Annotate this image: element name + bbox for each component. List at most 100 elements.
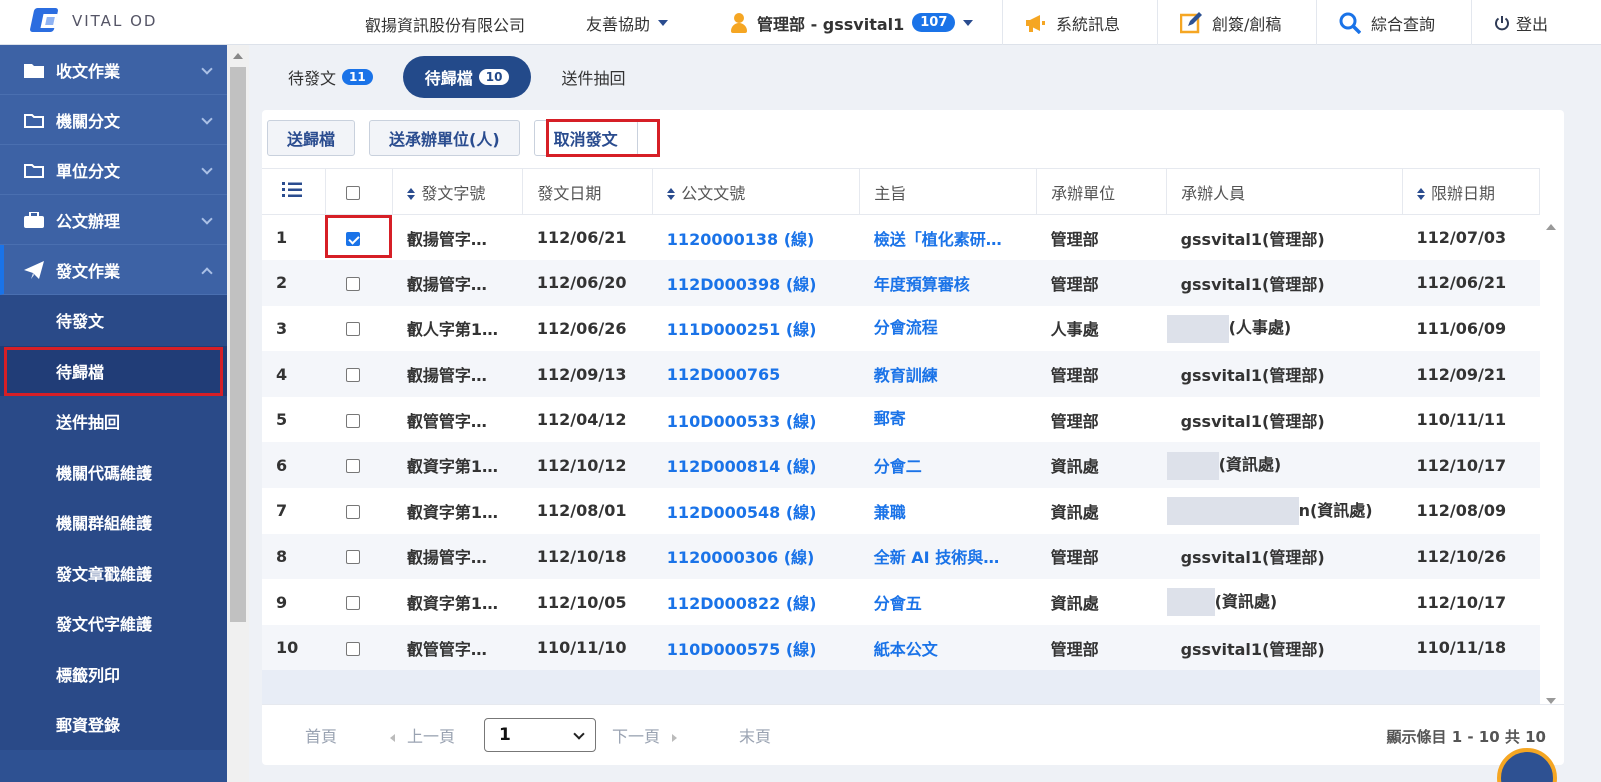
sidebar-item-processing[interactable]: 公文辦理 [0,195,227,245]
table-row[interactable]: 8 叡揚管字… 112/10/18 1120000306 (線) 全新 AI 技術與… 管… [262,533,1540,580]
row-checkbox-cell[interactable] [325,305,393,352]
subject-link[interactable]: 分會二 [874,457,922,476]
subject-cell[interactable]: 檢送「植化素研… [859,214,1037,261]
column-doc-no[interactable]: 公文文號 [652,168,861,215]
table-row[interactable]: 1 叡揚管字… 112/06/21 1120000138 (線) 檢送「植化素研… 管理部… [262,214,1540,261]
subject-cell[interactable]: 分會五 [859,579,1037,625]
row-checkbox[interactable] [345,322,360,337]
row-checkbox-cell[interactable] [325,533,393,580]
sidebar-item-receive[interactable]: 收文作業 [0,45,227,95]
sidebar-subitem-retrieve[interactable]: 送件抽回 [0,396,227,447]
row-checkbox[interactable] [345,504,360,519]
subject-link[interactable]: 分會流程 [874,318,938,337]
doc-no-link[interactable]: 112D000814 (線) [652,442,860,489]
subject-link[interactable]: 兼職 [874,503,906,522]
page-scrollbar[interactable] [227,45,249,782]
table-row[interactable]: 6 叡資字第1… 112/10/12 112D000814 (線) 分會二 資訊處 (資訊處… [262,442,1540,489]
cancel-send-button[interactable]: 取消發文 [533,120,638,156]
doc-no-link[interactable]: 1120000306 (線) [652,533,860,580]
table-row[interactable]: 2 叡揚管字… 112/06/20 112D000398 (線) 年度預算審核 管理部 gs… [262,260,1540,306]
row-checkbox[interactable] [345,413,360,428]
doc-no-link[interactable]: 112D000765 [652,351,860,397]
sidebar-item-unit-distribute[interactable]: 單位分文 [0,145,227,195]
table-row[interactable]: 10 叡管管字… 110/11/10 110D000575 (線) 紙本公文 管理部 gss… [262,624,1540,671]
tab-retrieve[interactable]: 送件抽回 [539,56,647,98]
subject-cell[interactable]: 分會流程 [859,305,1037,352]
row-checkbox[interactable] [345,596,360,611]
table-row[interactable]: 9 叡資字第1… 112/10/05 112D000822 (線) 分會五 資訊處 (資訊處… [262,579,1540,625]
table-scrollbar[interactable] [1540,214,1562,704]
column-settings[interactable] [262,168,327,215]
table-row[interactable]: 5 叡管管字… 112/04/12 110D000533 (線) 郵寄 管理部 gssvit… [262,396,1540,443]
sidebar-subitem-word-code[interactable]: 發文代字維護 [0,598,227,649]
system-messages-button[interactable]: 系統訊息 [1024,0,1120,45]
subject-cell[interactable]: 紙本公文 [859,624,1037,671]
subject-cell[interactable]: 教育訓練 [859,351,1037,397]
table-row[interactable]: 3 叡人字第1… 112/06/26 111D000251 (線) 分會流程 人事處 (人事… [262,305,1540,352]
row-checkbox[interactable] [345,641,360,656]
select-all-checkbox[interactable] [325,168,394,215]
sidebar-subitem-stamp[interactable]: 發文章戳維護 [0,547,227,598]
checkbox[interactable] [346,185,361,200]
row-checkbox[interactable] [345,459,360,474]
row-checkbox-cell[interactable] [325,624,393,671]
sidebar-subitem-agency-code[interactable]: 機關代碼維護 [0,446,227,497]
help-menu[interactable]: 友善協助 [586,0,669,45]
subject-cell[interactable]: 年度預算審核 [859,260,1037,306]
logout-button[interactable]: 登出 [1494,0,1548,45]
subject-cell[interactable]: 郵寄 [859,396,1037,443]
last-page-link[interactable]: 末頁 [739,723,771,747]
user-menu[interactable]: 管理部 - gssvital1 107 [731,0,974,45]
scrollbar-thumb[interactable] [230,67,246,622]
sidebar-item-agency-distribute[interactable]: 機關分文 [0,95,227,145]
table-row[interactable]: 7 叡資字第1… 112/08/01 112D000548 (線) 兼職 資訊處 n(資訊處… [262,488,1540,534]
doc-no-link[interactable]: 112D000548 (線) [652,488,860,534]
subject-link[interactable]: 紙本公文 [874,640,938,659]
row-checkbox[interactable] [345,276,360,291]
row-checkbox-cell[interactable] [325,260,393,306]
table-row[interactable]: 4 叡揚管字… 112/09/13 112D000765 教育訓練 管理部 gssvital… [262,351,1540,397]
sidebar-subitem-pending-archive[interactable]: 待歸檔 [0,345,227,396]
draft-button[interactable]: 創簽/創稿 [1180,0,1281,45]
doc-no-link[interactable]: 112D000398 (線) [652,260,860,306]
sidebar-subitem-pending-send[interactable]: 待發文 [0,295,227,346]
sidebar-subitem-label-print[interactable]: 標籤列印 [0,648,227,699]
subject-link[interactable]: 教育訓練 [874,366,938,385]
row-checkbox-cell[interactable] [325,214,393,261]
page-select[interactable]: 1 [484,718,596,752]
sidebar-subitem-postage[interactable]: 郵資登錄 [0,699,227,750]
subject-link[interactable]: 年度預算審核 [874,275,970,294]
doc-no-link[interactable]: 1120000138 (線) [652,214,860,261]
doc-no-link[interactable]: 111D000251 (線) [652,305,860,352]
search-button[interactable]: 綜合查詢 [1339,0,1435,45]
doc-no-link[interactable]: 110D000575 (線) [652,624,860,671]
row-checkbox[interactable] [345,550,360,565]
subject-link[interactable]: 郵寄 [874,409,906,428]
column-deadline[interactable]: 限辦日期 [1402,168,1540,215]
first-page-link[interactable]: 首頁 [305,723,337,747]
row-checkbox-cell[interactable] [325,442,393,489]
send-to-unit-button[interactable]: 送承辦單位(人) [369,120,520,156]
row-checkbox-cell[interactable] [325,396,393,443]
next-page-link[interactable]: 下一頁 [612,723,678,747]
sidebar-item-dispatch[interactable]: 發文作業 [0,245,227,295]
sidebar-subitem-agency-group[interactable]: 機關群組維護 [0,497,227,548]
row-checkbox[interactable] [345,368,360,383]
subject-cell[interactable]: 分會二 [859,442,1037,489]
prev-page-link[interactable]: 上一頁 [390,723,455,747]
app-logo[interactable]: VITAL OD [29,6,157,36]
subject-link[interactable]: 檢送「植化素研… [874,230,1002,249]
row-checkbox[interactable] [345,231,360,246]
subject-cell[interactable]: 兼職 [859,488,1037,534]
row-checkbox-cell[interactable] [325,579,393,625]
doc-no-link[interactable]: 110D000533 (線) [652,396,860,443]
archive-button[interactable]: 送歸檔 [267,120,356,156]
column-doc-word[interactable]: 發文字號 [392,168,524,215]
tab-pending-send[interactable]: 待發文 11 [266,56,395,98]
subject-link[interactable]: 分會五 [874,594,922,613]
subject-cell[interactable]: 全新 AI 技術與… [859,533,1037,580]
row-checkbox-cell[interactable] [325,488,393,534]
row-checkbox-cell[interactable] [325,351,393,397]
subject-link[interactable]: 全新 AI 技術與… [874,548,999,567]
doc-no-link[interactable]: 112D000822 (線) [652,579,860,625]
